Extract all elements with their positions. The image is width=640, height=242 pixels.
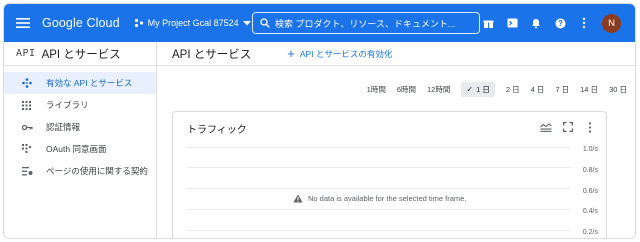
sidebar-item-label: ページの使用に関する契約 xyxy=(46,166,148,176)
legend-toggle-icon[interactable] xyxy=(538,120,554,134)
settings-list-icon xyxy=(22,166,36,176)
range-1d[interactable]: ✓ 1 日 xyxy=(461,82,495,97)
grid-line xyxy=(187,167,571,168)
enable-apis-button[interactable]: + API とサービスの有効化 xyxy=(287,47,392,60)
range-7d[interactable]: 7 日 xyxy=(555,82,569,97)
range-6h[interactable]: 6時間 xyxy=(397,82,416,97)
chevron-down-icon xyxy=(242,20,251,26)
gift-icon[interactable] xyxy=(479,11,497,35)
y-tick-label: 0.6/s xyxy=(582,188,598,195)
sidebar-item-library[interactable]: ライブラリ xyxy=(4,94,156,116)
enable-apis-label: API とサービスの有効化 xyxy=(299,48,393,59)
google-cloud-logo[interactable]: Google Cloud xyxy=(42,16,120,30)
diamond-nodes-icon xyxy=(22,78,36,88)
time-range-selector: 1時間 6時間 12時間 ✓ 1 日 2 日 4 日 7 日 14 日 30 日 xyxy=(356,82,627,97)
range-12h[interactable]: 12時間 xyxy=(427,82,450,97)
app-window: Google Cloud My Project Gcal 87524 検索 プロ… xyxy=(3,3,636,239)
search-placeholder: 検索 プロダクト、リソース、ドキュメント... xyxy=(275,18,456,29)
svg-text:?: ? xyxy=(558,19,563,28)
key-icon xyxy=(22,124,36,131)
sidebar: API API とサービス 有効な API とサービス ライブラリ 認証情報 O… xyxy=(4,42,157,238)
grid-line xyxy=(187,209,571,210)
sidebar-item-label: 認証情報 xyxy=(46,122,81,132)
menu-icon[interactable] xyxy=(11,11,35,35)
traffic-card: トラフィック 1.0/s 0.8/s 0.6/s 0.4/s 0.2/s No … xyxy=(172,111,607,238)
bell-icon[interactable] xyxy=(527,11,545,35)
main-content: API とサービス + API とサービスの有効化 1時間 6時間 12時間 ✓… xyxy=(158,42,635,238)
main-header: API とサービス + API とサービスの有効化 xyxy=(158,42,635,66)
consent-icon xyxy=(22,144,36,154)
fullscreen-icon[interactable] xyxy=(560,120,576,134)
project-name: My Project Gcal 87524 xyxy=(147,18,239,28)
warning-icon xyxy=(293,194,303,203)
grid-line xyxy=(187,230,571,231)
help-icon[interactable]: ? xyxy=(551,11,569,35)
range-2d[interactable]: 2 日 xyxy=(506,82,520,97)
more-vert-icon[interactable] xyxy=(582,120,598,134)
top-bar: Google Cloud My Project Gcal 87524 検索 プロ… xyxy=(4,4,635,42)
range-30d[interactable]: 30 日 xyxy=(609,82,627,97)
project-icon xyxy=(134,18,144,28)
sidebar-item-label: ライブラリ xyxy=(46,100,89,110)
sidebar-item-page-usage-agreements[interactable]: ページの使用に関する契約 xyxy=(4,160,156,182)
y-tick-label: 0.2/s xyxy=(582,229,598,236)
sidebar-item-label: OAuth 同意画面 xyxy=(46,144,107,154)
plus-icon: + xyxy=(287,46,295,61)
range-4d[interactable]: 4 日 xyxy=(531,82,545,97)
sidebar-header: API API とサービス xyxy=(4,42,156,66)
check-icon: ✓ xyxy=(466,85,474,94)
no-data-message: No data is available for the selected ti… xyxy=(293,194,466,203)
range-14d[interactable]: 14 日 xyxy=(580,82,598,97)
card-title: トラフィック xyxy=(187,125,247,136)
grid-line xyxy=(187,147,571,148)
grid-line xyxy=(187,188,571,189)
avatar[interactable]: N xyxy=(602,13,621,33)
api-badge: API xyxy=(16,48,36,59)
sidebar-item-label: 有効な API とサービス xyxy=(46,78,133,88)
sidebar-item-oauth-consent[interactable]: OAuth 同意画面 xyxy=(4,138,156,160)
y-tick-label: 1.0/s xyxy=(582,146,598,153)
sidebar-title: API とサービス xyxy=(41,48,121,61)
more-vert-icon[interactable] xyxy=(575,11,593,35)
project-picker[interactable]: My Project Gcal 87524 xyxy=(134,18,251,28)
sidebar-item-enabled-apis[interactable]: 有効な API とサービス xyxy=(4,72,156,94)
no-data-text: No data is available for the selected ti… xyxy=(308,194,467,203)
range-1h[interactable]: 1時間 xyxy=(367,82,386,97)
search-icon xyxy=(260,18,270,28)
search-input[interactable]: 検索 プロダクト、リソース、ドキュメント... xyxy=(252,12,480,34)
y-tick-label: 0.8/s xyxy=(582,167,598,174)
library-grid-icon xyxy=(22,100,36,110)
sidebar-item-credentials[interactable]: 認証情報 xyxy=(4,116,156,138)
range-1d-label: 1 日 xyxy=(476,85,490,94)
y-tick-label: 0.4/s xyxy=(582,208,598,215)
cloud-shell-icon[interactable] xyxy=(503,11,521,35)
page-title: API とサービス xyxy=(172,48,252,61)
